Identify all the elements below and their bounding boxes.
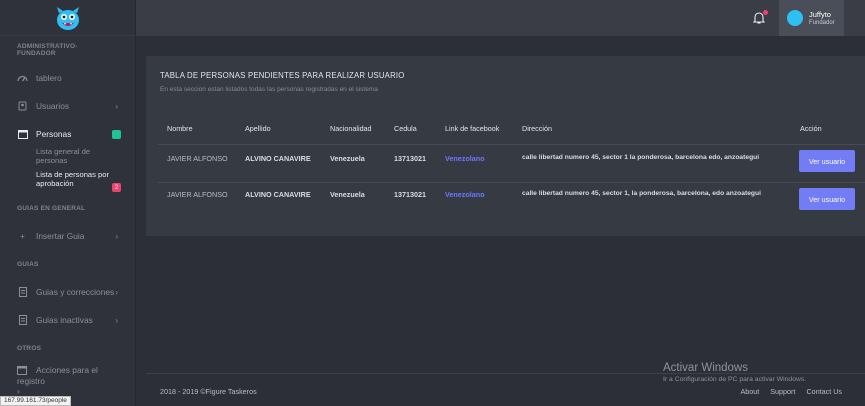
footer-links: About Support Contact Us [740, 387, 842, 396]
sidebar-item-usuarios[interactable]: Usuarios › [0, 92, 135, 120]
chevron-right-icon: › [115, 315, 118, 325]
table-header-cedula: Cedula [394, 124, 417, 133]
sidebar-item-tablero[interactable]: tablero [0, 64, 135, 92]
sidebar-sub-lista-pendientes[interactable]: Lista de personas por aprobación 2 [0, 164, 135, 194]
sidebar-item-label: Insertar Guia [36, 231, 85, 241]
footer-link-contact[interactable]: Contact Us [806, 387, 842, 396]
footer-link-support[interactable]: Support [770, 387, 795, 396]
chevron-right-icon: › [115, 287, 118, 297]
sidebar-item-label: Personas [36, 129, 72, 139]
sidebar-section-guias: GUIAS [17, 260, 39, 268]
avatar [787, 10, 803, 26]
table-header-accion: Acción [800, 124, 822, 133]
sidebar-section-otros: OTROS [17, 344, 42, 352]
sidebar-item-label: Usuarios [36, 101, 70, 111]
count-badge: 2 [112, 183, 121, 192]
cell-cedula: 13713021 [394, 154, 426, 163]
logo-container[interactable] [0, 0, 135, 36]
facebook-link[interactable]: Venezolano [445, 154, 485, 163]
table-header-direccion: Dirección [522, 124, 552, 133]
table-header-nacionalidad: Nacionalidad [330, 124, 372, 133]
cell-nombre: JAVIER ALFONSO [167, 190, 228, 199]
sidebar-item-guias-correcciones[interactable]: Guias y correcciones › [0, 278, 135, 306]
cell-nacionalidad: Venezuela [330, 190, 365, 199]
sidebar-item-guias-inactivas[interactable]: Guias inactivas › [0, 306, 135, 334]
ver-usuario-button[interactable]: Ver usuario [799, 188, 855, 210]
pending-people-card: TABLA DE PERSONAS PENDIENTES PARA REALIZ… [146, 56, 865, 236]
dashboard-icon [17, 73, 28, 84]
sidebar-item-insertar-guia[interactable]: + Insertar Guia › [0, 222, 135, 250]
cell-nombre: JAVIER ALFONSO [167, 154, 228, 163]
window-icon [17, 365, 28, 376]
chevron-right-icon: › [115, 101, 118, 111]
cell-direccion: calle libertad numero 45, sector 1, la p… [522, 190, 761, 197]
cell-apellido: ALVINO CANAVIRE [245, 190, 311, 199]
user-name: Juffyto [809, 9, 831, 19]
table-header-apellido: Apellido [245, 124, 271, 133]
sidebar-sub-label: Lista de personas por [36, 170, 110, 179]
sidebar-sub-label: aprobación [36, 179, 74, 188]
copyright: 2018 - 2019 ©Figure Taskeros [160, 387, 257, 396]
footer: Activar Windows Ir a Configuración de PC… [146, 362, 865, 406]
sidebar-sub-label: Lista general de personas [36, 147, 91, 165]
ver-usuario-button[interactable]: Ver usuario [799, 150, 855, 172]
sidebar-section-admin: ADMINISTRATIVO- FUNDADOR [17, 43, 78, 57]
chevron-right-icon: › [115, 231, 118, 241]
card-subtitle: En esta seccion estan listados todas las… [160, 86, 378, 93]
cell-nacionalidad: Venezuela [330, 154, 365, 163]
facebook-link[interactable]: Venezolano [445, 190, 485, 199]
sidebar-item-label: registro [17, 375, 45, 386]
sidebar-item-label: Guias y correcciones [36, 287, 115, 297]
new-badge [112, 129, 121, 139]
sidebar-item-acciones-registro[interactable]: Acciones para el registro › [0, 362, 135, 398]
sidebar: ADMINISTRATIVO- FUNDADOR tablero Usuario… [0, 0, 136, 406]
card-title: TABLA DE PERSONAS PENDIENTES PARA REALIZ… [160, 71, 405, 80]
sidebar-item-label: tablero [36, 73, 62, 83]
divider [158, 144, 865, 145]
sidebar-item-label: Acciones para el [36, 365, 98, 375]
windows-activation-subtitle: Ir a Configuración de PC para activar Wi… [663, 376, 807, 383]
table-header-nombre: Nombre [167, 124, 193, 133]
table-header-facebook: Link de facebook [445, 124, 500, 133]
sidebar-section-guias-general: GUIAS EN GENERAL [17, 204, 86, 212]
notification-bell-icon[interactable] [752, 10, 768, 25]
document-icon [17, 315, 28, 326]
sidebar-sub-lista-general[interactable]: Lista general de personas [0, 147, 135, 165]
cell-cedula: 13713021 [394, 190, 426, 199]
cell-direccion: calle libertad numero 45, sector 1 la po… [522, 154, 760, 161]
window-icon [17, 129, 28, 140]
cell-apellido: ALVINO CANAVIRE [245, 154, 311, 163]
windows-activation-title: Activar Windows [663, 362, 748, 374]
sidebar-item-personas[interactable]: Personas [0, 120, 135, 148]
plus-icon: + [20, 231, 25, 241]
user-icon [17, 101, 28, 112]
status-url: 167.99.161.73/people [0, 396, 71, 406]
notification-dot [763, 10, 768, 15]
sidebar-item-label: Guias inactivas [36, 315, 93, 325]
logo-monster-icon [56, 6, 79, 30]
divider [158, 182, 865, 183]
footer-link-about[interactable]: About [740, 387, 759, 396]
user-menu[interactable]: Juffyto Fundador [779, 0, 844, 36]
topbar: Juffyto Fundador [136, 0, 865, 36]
document-icon [17, 287, 28, 298]
user-role: Fundador [809, 19, 835, 26]
chevron-right-icon: › [17, 385, 20, 396]
